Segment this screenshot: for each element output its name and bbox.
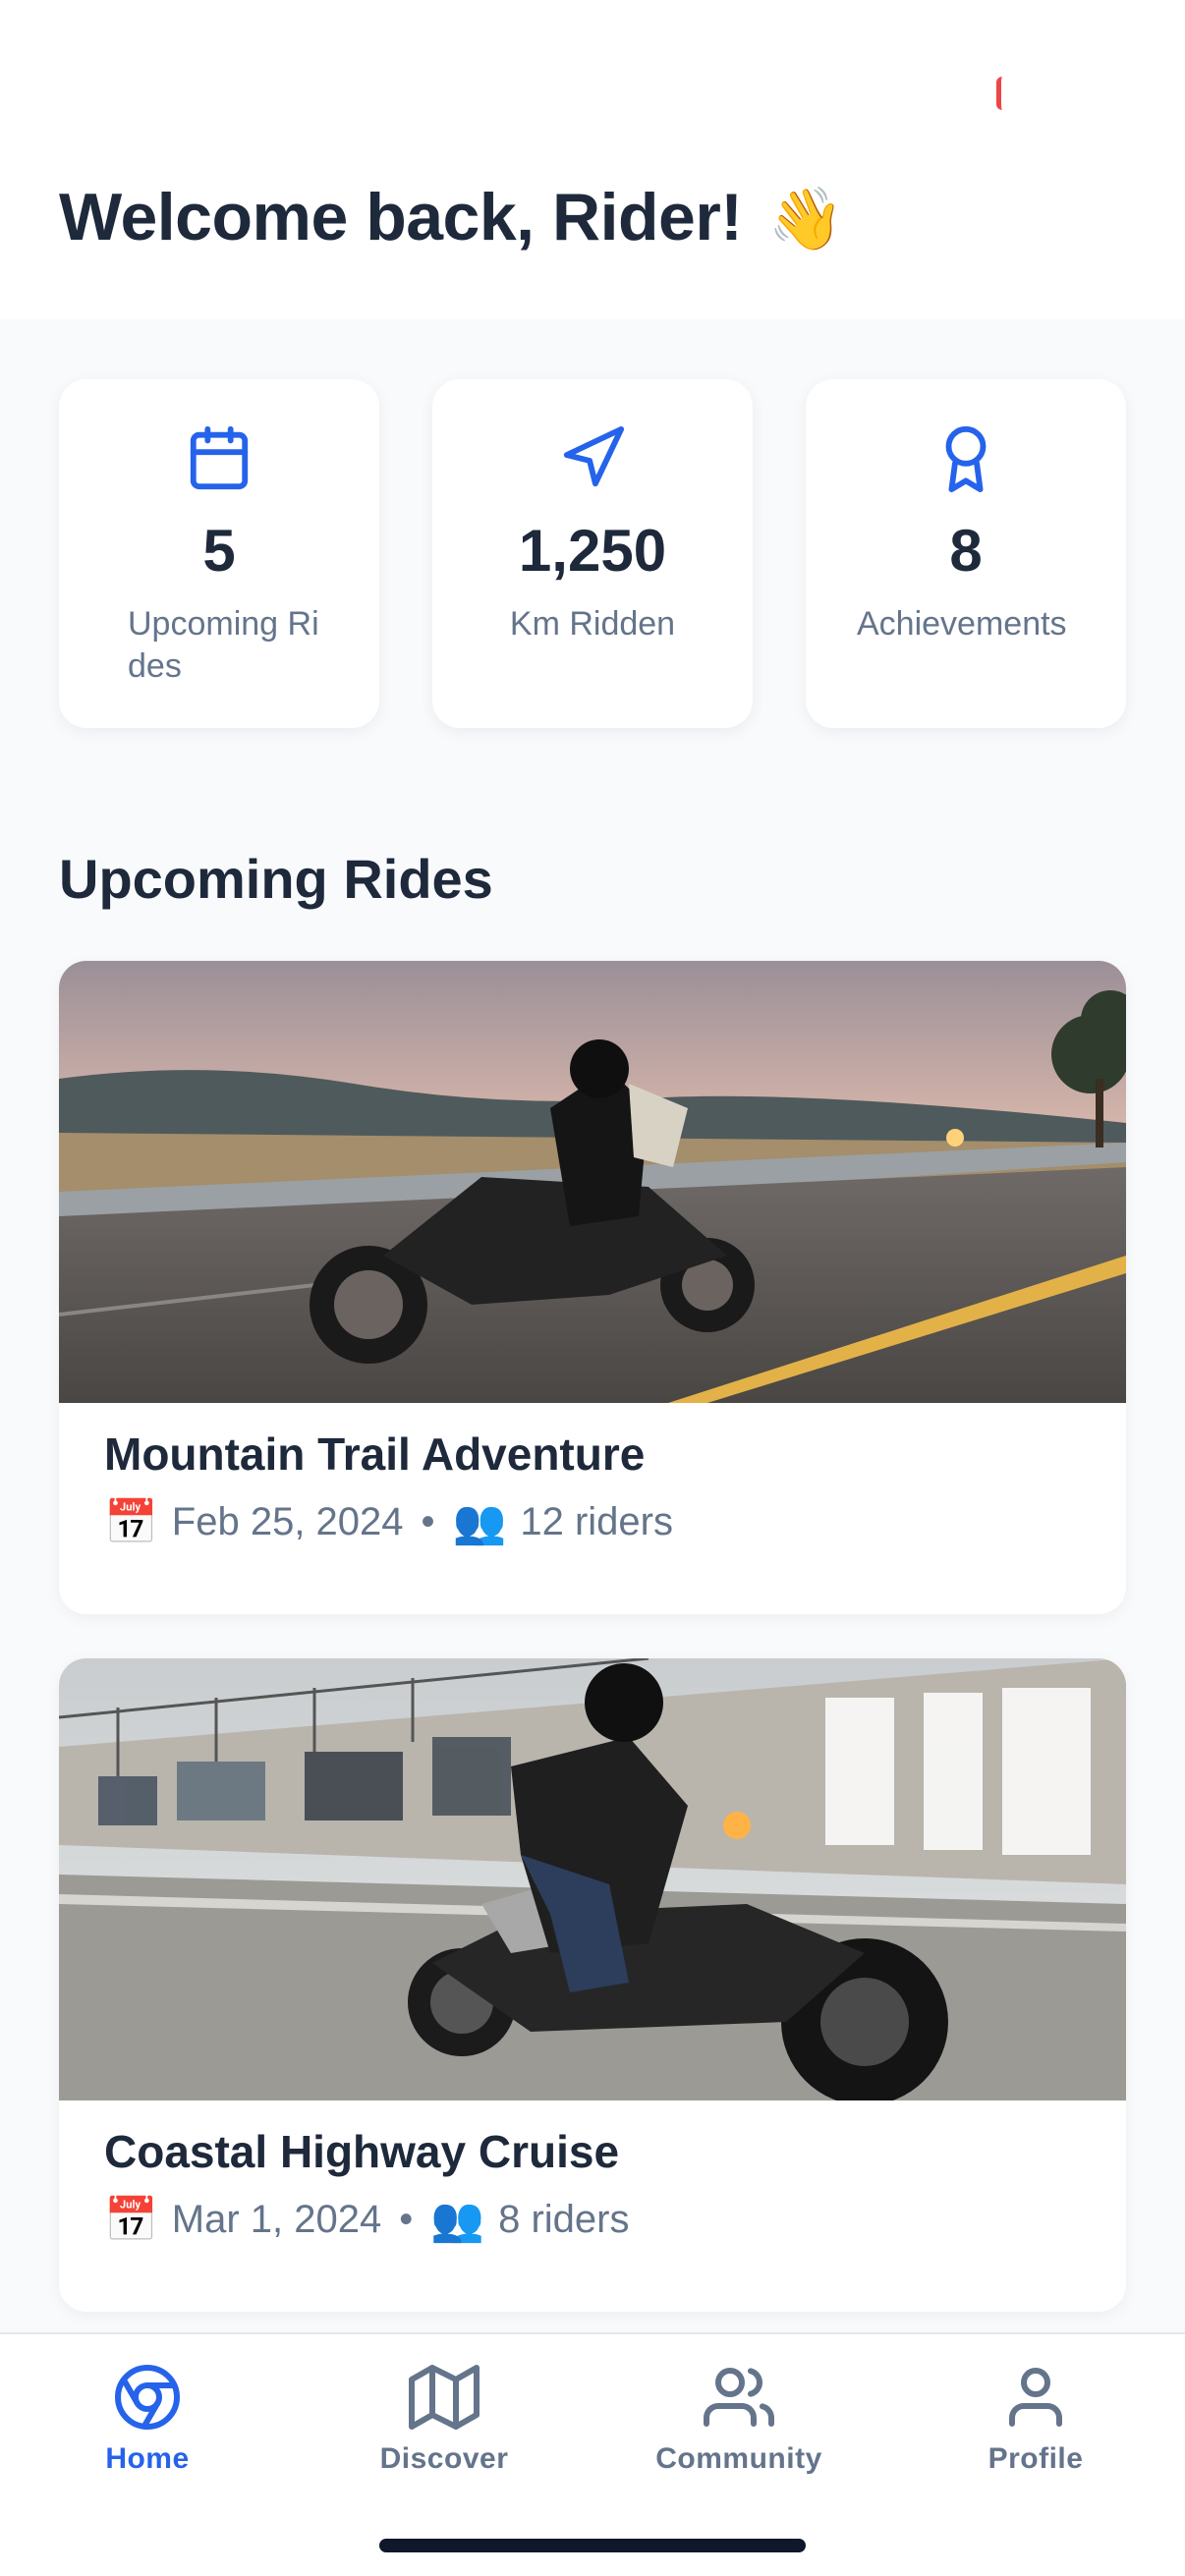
user-icon [1009,2368,1062,2427]
section-title: Upcoming Rides [59,848,493,910]
nav-item-home[interactable]: Home [0,2362,295,2476]
ride-date: Mar 1, 2024 [171,2197,382,2241]
ride-photo [59,961,1126,1403]
users-icon [704,2368,774,2427]
stat-value: 1,250 [518,518,667,584]
meta-separator: • [421,1499,435,1543]
ride-riders: 8 riders [498,2197,630,2241]
riders-emoji-icon: 👥 [452,1498,507,1546]
navigation-icon [558,423,627,492]
ride-card[interactable]: Coastal Highway Cruise 📅 Mar 1, 2024 • 👥… [59,1658,1126,2312]
stat-card-upcoming-rides[interactable]: 5 Upcoming Rides [59,379,379,728]
ride-title: Coastal Highway Cruise [104,2126,620,2177]
wave-emoji: 👋 [767,186,844,253]
calendar-emoji-icon: 📅 [104,1498,158,1546]
calendar-icon [185,423,254,492]
ride-date: Feb 25, 2024 [171,1499,404,1543]
stat-value: 5 [202,518,236,584]
welcome-heading: Welcome back, Rider! 👋 [59,179,844,255]
ride-photo [59,1658,1126,2100]
map-icon [409,2365,480,2430]
home-screen: Welcome back, Rider! 👋 5 Upcoming Rides … [0,0,1185,2576]
stat-label: Upcoming Rides [128,605,319,685]
ride-card[interactable]: Mountain Trail Adventure 📅 Feb 25, 2024 … [59,961,1126,1614]
nav-item-discover[interactable]: Discover [297,2362,592,2476]
status-indicator [996,77,1006,110]
ride-riders: 12 riders [520,1499,673,1543]
nav-label: Discover [379,2442,509,2475]
stat-card-km-ridden[interactable]: 1,250 Km Ridden [432,379,753,728]
stat-value: 8 [949,518,983,584]
nav-label: Profile [988,2442,1084,2475]
nav-label: Community [655,2442,822,2475]
award-icon [931,423,1000,492]
calendar-emoji-icon: 📅 [104,2196,158,2244]
home-indicator[interactable] [379,2539,806,2552]
ride-title: Mountain Trail Adventure [104,1428,646,1480]
stat-card-achievements[interactable]: 8 Achievements [806,379,1126,728]
riders-emoji-icon: 👥 [430,2196,485,2244]
header: Welcome back, Rider! 👋 [0,0,1185,319]
meta-separator: • [399,2197,414,2241]
home-icon [115,2365,180,2430]
stat-label: Achievements [857,605,1067,643]
welcome-text: Welcome back, Rider! [59,180,743,254]
nav-item-profile[interactable]: Profile [888,2362,1183,2476]
nav-item-community[interactable]: Community [592,2362,886,2476]
ride-meta: 📅 Mar 1, 2024 • 👥 8 riders [104,2194,629,2245]
nav-label: Home [105,2442,190,2475]
stat-label: Km Ridden [509,605,676,643]
ride-meta: 📅 Feb 25, 2024 • 👥 12 riders [104,1496,673,1547]
